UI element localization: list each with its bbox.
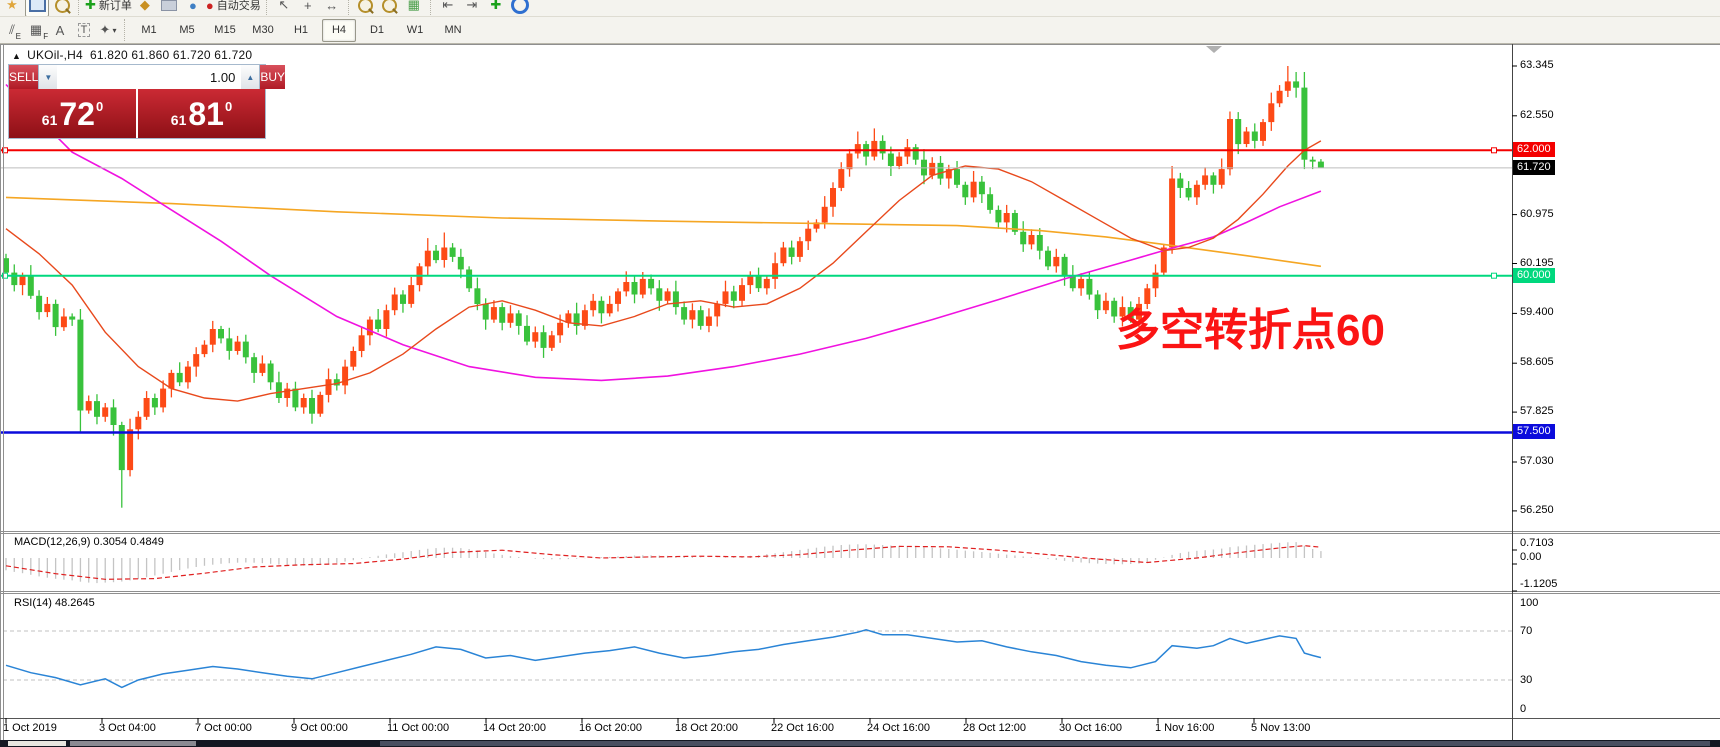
rsi-panel-title: RSI(14) 48.2645: [14, 597, 95, 609]
price-tick-label: 56.250: [1520, 504, 1554, 516]
date-tick-label: 9 Oct 00:00: [291, 722, 348, 734]
rsi-tick-label: 0: [1520, 703, 1526, 715]
ask-price-big: 81: [188, 98, 224, 130]
price-tick-label: 57.030: [1520, 455, 1554, 467]
ma-red-line: [6, 141, 1321, 401]
price-badge-62.000: 62.000: [1513, 142, 1555, 157]
taskbar-item[interactable]: [70, 741, 196, 746]
price-tick-label: 60.975: [1520, 208, 1554, 220]
macd-tick-label: 0.00: [1520, 551, 1541, 563]
chart-title: ▲ UKOil-,H4 61.820 61.860 61.720 61.720: [12, 48, 252, 62]
date-tick-label: 11 Oct 00:00: [387, 722, 449, 734]
sell-button[interactable]: SELL: [9, 65, 38, 89]
volume-increase-button[interactable]: ▲: [241, 65, 259, 89]
date-tick-label: 7 Oct 00:00: [195, 722, 252, 734]
buy-button[interactable]: BUY: [260, 65, 285, 89]
date-tick-label: 30 Oct 16:00: [1059, 722, 1122, 734]
macd-tick-label: -1.1205: [1520, 578, 1557, 590]
price-tick-label: 59.400: [1520, 306, 1554, 318]
ask-price-prefix: 61: [171, 112, 187, 128]
date-tick-label: 22 Oct 16:00: [771, 722, 834, 734]
bid-price[interactable]: 61720: [9, 89, 136, 138]
bid-price-sup: 0: [96, 99, 103, 114]
chart-shift-marker-icon[interactable]: [1206, 46, 1222, 53]
ask-price[interactable]: 61810: [138, 89, 265, 138]
date-tick-label: 28 Oct 12:00: [963, 722, 1026, 734]
hline-62.000[interactable]: [0, 148, 1512, 153]
ohlc-values: 61.820 61.860 61.720 61.720: [90, 48, 252, 62]
bid-price-prefix: 61: [42, 112, 58, 128]
line-handle[interactable]: [1492, 273, 1497, 278]
macd-tick-label: 0.7103: [1520, 537, 1554, 549]
volume-input[interactable]: [57, 65, 241, 89]
date-tick-label: 5 Nov 13:00: [1251, 722, 1310, 734]
macd-histogram: [6, 542, 1321, 583]
date-tick-label: 3 Oct 04:00: [99, 722, 156, 734]
date-tick-label: 18 Oct 20:00: [675, 722, 738, 734]
date-tick-label: 16 Oct 20:00: [579, 722, 642, 734]
rsi-tick-label: 100: [1520, 597, 1538, 609]
macd-panel-title: MACD(12,26,9) 0.3054 0.4849: [14, 536, 164, 548]
rsi-line: [6, 630, 1321, 688]
line-handle[interactable]: [1492, 148, 1497, 153]
date-tick-label: 1 Nov 16:00: [1155, 722, 1214, 734]
macd-signal-line: [6, 546, 1321, 580]
price-tick-label: 58.605: [1520, 356, 1554, 368]
rsi-tick-label: 70: [1520, 625, 1532, 637]
taskbar-item[interactable]: [380, 741, 1710, 746]
price-badge-57.500: 57.500: [1513, 424, 1555, 439]
price-badge-61.720: 61.720: [1513, 160, 1555, 175]
volume-decrease-button[interactable]: ▼: [39, 65, 57, 89]
ask-price-sup: 0: [225, 99, 232, 114]
collapse-panel-arrow[interactable]: ▲: [12, 51, 21, 61]
chart-text-annotation: 多空转折点60: [1116, 294, 1385, 358]
price-tick-label: 57.825: [1520, 405, 1554, 417]
mt4-window: ★✚新订单◆●●自动交易↖+↔▦⇤⇥✚ ⫽E▦FAT✦▾M1M5M15M30H1…: [0, 0, 1720, 747]
date-tick-label: 24 Oct 16:00: [867, 722, 930, 734]
taskbar-item[interactable]: [8, 741, 66, 746]
price-badge-60.000: 60.000: [1513, 268, 1555, 283]
symbol-timeframe-label: UKOil-,H4: [27, 48, 83, 62]
taskbar-strip[interactable]: [0, 740, 1720, 747]
date-tick-label: 14 Oct 20:00: [483, 722, 546, 734]
ma-orange-line: [6, 197, 1321, 266]
one-click-trading-panel: SELL ▼ ▲ BUY 61720 61810: [8, 64, 266, 139]
price-tick-label: 63.345: [1520, 59, 1554, 71]
date-tick-label: 1 Oct 2019: [3, 722, 57, 734]
bid-price-big: 72: [59, 98, 95, 130]
price-tick-label: 62.550: [1520, 109, 1554, 121]
rsi-tick-label: 30: [1520, 674, 1532, 686]
